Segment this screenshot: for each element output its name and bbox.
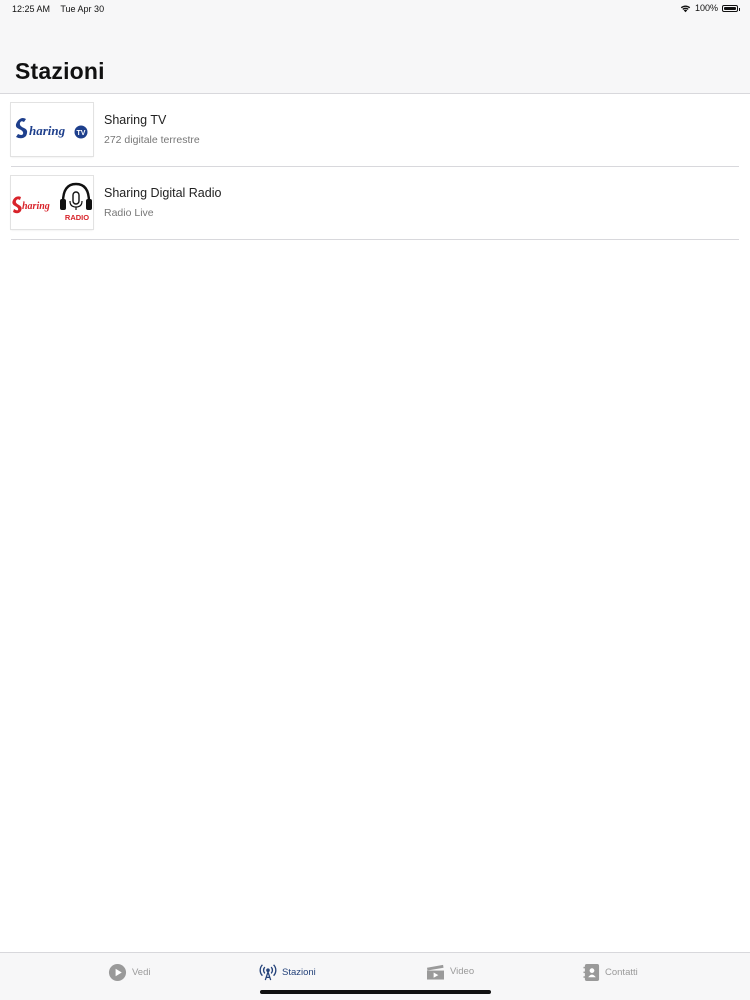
tab-video[interactable]: Video [426, 963, 474, 980]
clapperboard-icon [427, 964, 444, 980]
tab-label: Stazioni [282, 966, 316, 978]
battery-percent: 100% [694, 3, 718, 13]
play-circle-icon [108, 963, 127, 982]
page-title: Stazioni [15, 58, 105, 84]
contacts-book-icon [583, 964, 600, 981]
home-indicator[interactable] [260, 990, 491, 994]
battery-fill [724, 6, 736, 10]
status-date: Tue Apr 30 [60, 4, 105, 14]
battery-icon [722, 4, 740, 12]
status-bar: 12:25 AM Tue Apr 30 100% [0, 0, 750, 18]
tab-label: Vedi [132, 967, 151, 978]
station-item-sharing-tv[interactable]: haring TV Sharing TV 272 digitale terres… [11, 94, 739, 167]
tab-contatti[interactable]: Contatti [583, 963, 638, 982]
status-left: 12:25 AM Tue Apr 30 [12, 4, 112, 14]
svg-text:RADIO: RADIO [65, 213, 89, 222]
nav-header: Stazioni [0, 18, 750, 94]
tab-vedi[interactable]: Vedi [108, 963, 151, 982]
tab-stazioni[interactable]: Stazioni [259, 963, 316, 981]
app-screen: 12:25 AM Tue Apr 30 100% Stazioni haring… [0, 0, 750, 1000]
status-right: 100% [680, 3, 740, 13]
station-item-sharing-radio[interactable]: haring RADIO Sharing Digital Radio Radio… [11, 167, 739, 240]
wifi-icon [680, 4, 691, 12]
status-time: 12:25 AM [12, 4, 51, 14]
station-subtitle: 272 digitale terrestre [104, 134, 200, 146]
sharing-radio-logo: haring RADIO [11, 176, 93, 229]
svg-text:haring: haring [29, 123, 66, 138]
station-list: haring TV Sharing TV 272 digitale terres… [0, 94, 750, 240]
sharing-tv-logo: haring TV [11, 103, 93, 156]
tab-label: Contatti [605, 967, 638, 978]
svg-text:haring: haring [22, 201, 50, 212]
station-name: Sharing TV [104, 113, 167, 127]
station-thumbnail: haring TV [11, 103, 93, 156]
broadcast-icon [259, 964, 277, 981]
tab-label: Video [450, 966, 475, 977]
station-thumbnail: haring RADIO [11, 176, 93, 229]
station-name: Sharing Digital Radio [104, 186, 222, 200]
station-subtitle: Radio Live [104, 207, 154, 219]
svg-text:TV: TV [77, 130, 86, 137]
